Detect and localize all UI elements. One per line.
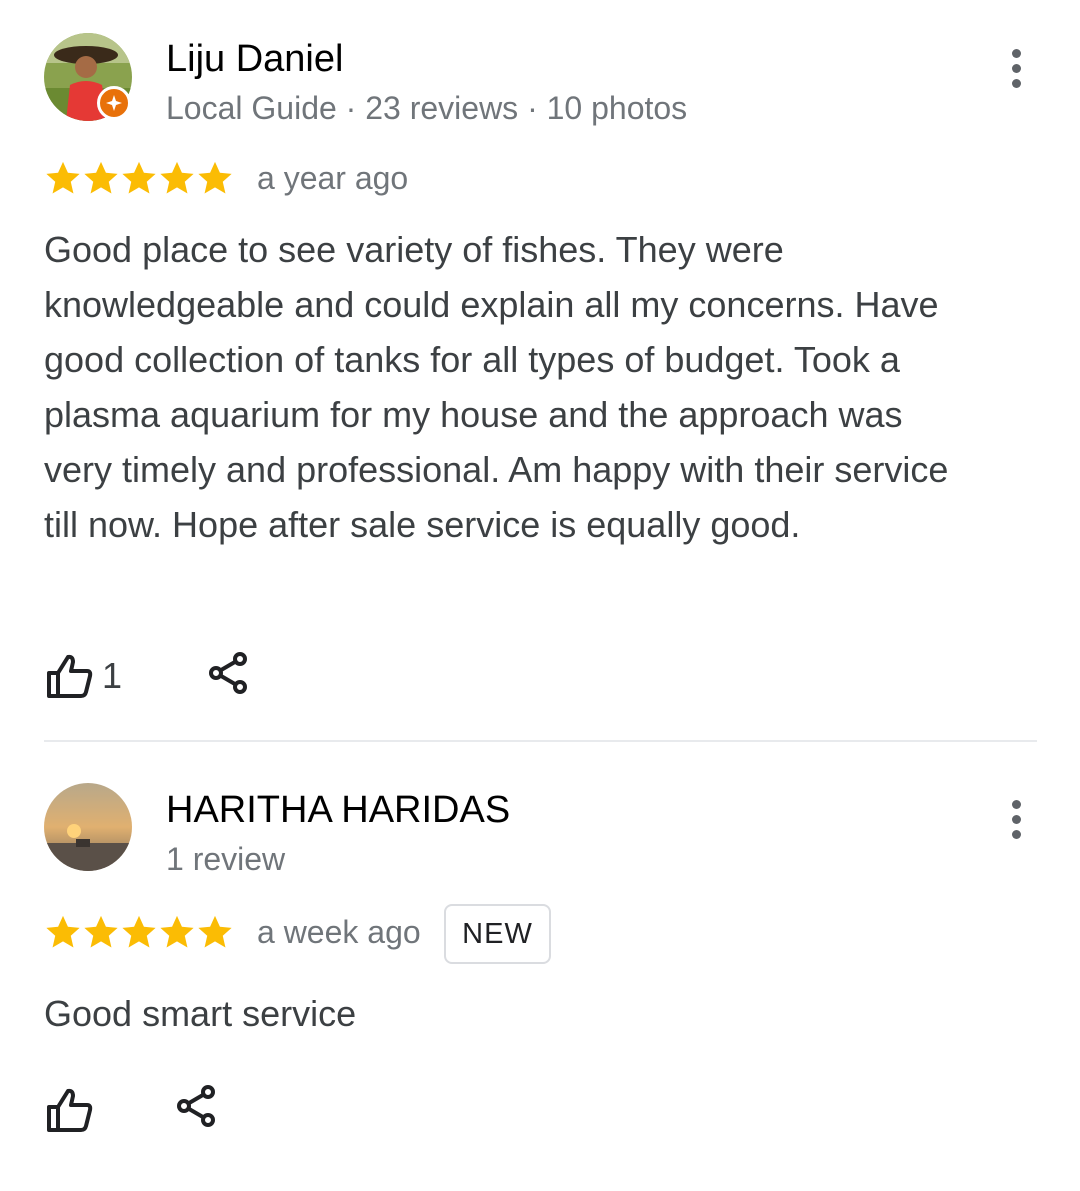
- reviewer-name[interactable]: HARITHA HARIDAS: [166, 788, 510, 832]
- reviewer-meta: 1 review: [166, 841, 286, 877]
- share-icon: [177, 1085, 215, 1127]
- star-icon: [160, 915, 194, 948]
- more-vert-icon: [1011, 48, 1021, 58]
- reviewer-meta: Local Guide · 23 reviews · 10 photos: [166, 90, 688, 126]
- like-button[interactable]: 1: [46, 653, 122, 699]
- star-rating: [44, 910, 234, 954]
- review-text: Good place to see variety of fishes. The…: [44, 229, 949, 545]
- local-guide-badge-icon: [97, 86, 131, 120]
- share-button[interactable]: [207, 651, 249, 695]
- new-badge: NEW: [444, 904, 551, 964]
- thumb-up-outline-icon: [47, 1088, 93, 1132]
- more-options-button[interactable]: [996, 791, 1036, 847]
- star-rating: [44, 156, 234, 200]
- star-icon: [198, 161, 232, 194]
- thumb-up-outline-icon: [47, 654, 93, 698]
- star-icon: [160, 161, 194, 194]
- review-time: a year ago: [257, 160, 409, 196]
- star-icon: [122, 161, 156, 194]
- share-icon: [209, 652, 247, 694]
- like-button[interactable]: [46, 1087, 94, 1133]
- review-card: Liju Daniel Local Guide · 23 reviews · 1…: [0, 0, 1080, 740]
- like-count: 1: [102, 655, 123, 696]
- more-options-button[interactable]: [996, 40, 1036, 96]
- star-icon: [46, 915, 80, 948]
- star-icon: [46, 161, 80, 194]
- review-time: a week ago: [257, 914, 421, 950]
- reviewer-avatar[interactable]: [44, 783, 132, 871]
- review-text: Good smart service: [44, 993, 357, 1034]
- share-button[interactable]: [175, 1084, 217, 1128]
- star-icon: [84, 915, 118, 948]
- star-icon: [198, 915, 232, 948]
- star-icon: [122, 915, 156, 948]
- review-card: HARITHA HARIDAS 1 review a week ago NEW …: [0, 742, 1080, 1191]
- star-icon: [84, 161, 118, 194]
- reviewer-name[interactable]: Liju Daniel: [166, 37, 343, 81]
- more-vert-icon: [1011, 799, 1021, 809]
